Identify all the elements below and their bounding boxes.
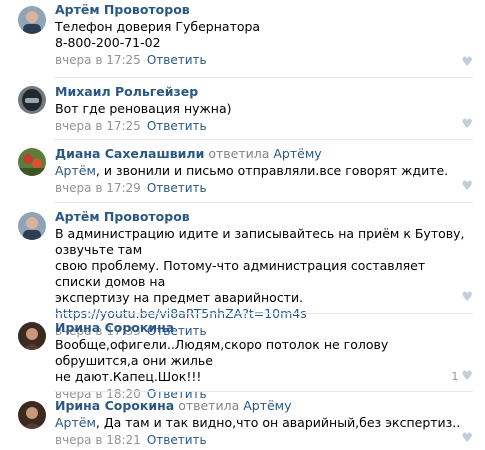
comment-text: Вообще,офигели..Людям,скоро потолок не г… [55,337,473,385]
comment-text-line: Артём, Да там и так видно,что он аварийн… [55,415,461,430]
heart-icon: ♥ [461,117,473,132]
comment-text-line: Телефон доверия Губернатора [55,19,261,34]
comment-text: Артём, и звонили и письмо отправляли.все… [55,163,473,179]
comment-text: Телефон доверия Губернатора 8-800-200-71… [55,19,473,51]
comment-time[interactable]: вчера в 18:21 [55,433,141,447]
mention-link[interactable]: Артём [55,163,96,178]
like-button[interactable]: ♥ [461,55,473,70]
comment-author[interactable]: Артём Провоторов [55,2,190,17]
comment-author[interactable]: Артём Провоторов [55,209,190,224]
divider [54,139,473,140]
like-button[interactable]: 1 ♥ [451,369,473,384]
reply-to-label: ответила Артёму [178,398,291,413]
man-avatar-icon[interactable] [18,212,46,240]
comment-author[interactable]: Ирина Сорокина [55,398,174,413]
like-count: 1 [451,370,459,383]
comment-author[interactable]: Диана Сахелашвили [55,146,204,161]
comment-author[interactable]: Михаил Рольгейзер [55,84,198,99]
reply-button[interactable]: Ответить [147,119,207,133]
heart-icon: ♥ [461,179,473,194]
heart-icon: ♥ [461,290,473,305]
comment-text: Вот где реновация нужна) [55,101,473,117]
like-button[interactable]: ♥ [461,431,473,446]
comment-text-line: В администрацию идите и записывайтесь на… [55,226,465,257]
helmet-avatar-icon[interactable] [18,86,46,114]
heart-icon: ♥ [461,369,473,384]
reply-to-name[interactable]: Артёму [243,398,291,413]
woman-avatar-icon[interactable] [18,322,46,350]
reply-to-label: ответила Артёму [208,146,321,161]
comments-list: Артём Провоторов Телефон доверия Губерна… [0,0,485,450]
comment-text: Артём, Да там и так видно,что он аварийн… [55,415,473,431]
like-button[interactable]: ♥ [461,290,473,305]
reply-button[interactable]: Ответить [147,433,207,447]
divider [54,202,473,203]
comment-time[interactable]: вчера в 17:29 [55,181,141,195]
comment-text-line: не дают.Капец.Шок!!! [55,369,202,384]
man-avatar-icon[interactable] [18,6,46,34]
divider [54,313,473,314]
comment-author[interactable]: Ирина Сорокина [55,320,174,335]
heart-icon: ♥ [461,431,473,446]
comment-text-line: 8-800-200-71-02 [55,35,161,50]
reply-prefix: ответила [178,398,240,413]
comment-time[interactable]: вчера в 17:25 [55,53,141,67]
reply-to-name[interactable]: Артёму [273,146,321,161]
like-button[interactable]: ♥ [461,117,473,132]
reply-button[interactable]: Ответить [147,181,207,195]
mention-link[interactable]: Артём [55,415,96,430]
divider [54,77,473,78]
comment-text-line: экспертизу на предмет аварийности. [55,290,304,305]
reply-button[interactable]: Ответить [147,53,207,67]
divider [54,391,473,392]
like-button[interactable]: ♥ [461,179,473,194]
flower-avatar-icon[interactable] [18,148,46,176]
comment-text-line: Артём, и звонили и письмо отправляли.все… [55,163,449,178]
heart-icon: ♥ [461,55,473,70]
comment-text: В администрацию идите и записывайтесь на… [55,226,473,322]
comment-text-line: свою проблему. Потому-что администрация … [55,258,426,289]
comment-time[interactable]: вчера в 17:25 [55,119,141,133]
comment-text-line: Вообще,офигели..Людям,скоро потолок не г… [55,337,389,368]
reply-prefix: ответила [208,146,270,161]
woman-avatar-icon[interactable] [18,401,46,429]
comment-text-line: Вот где реновация нужна) [55,101,232,116]
